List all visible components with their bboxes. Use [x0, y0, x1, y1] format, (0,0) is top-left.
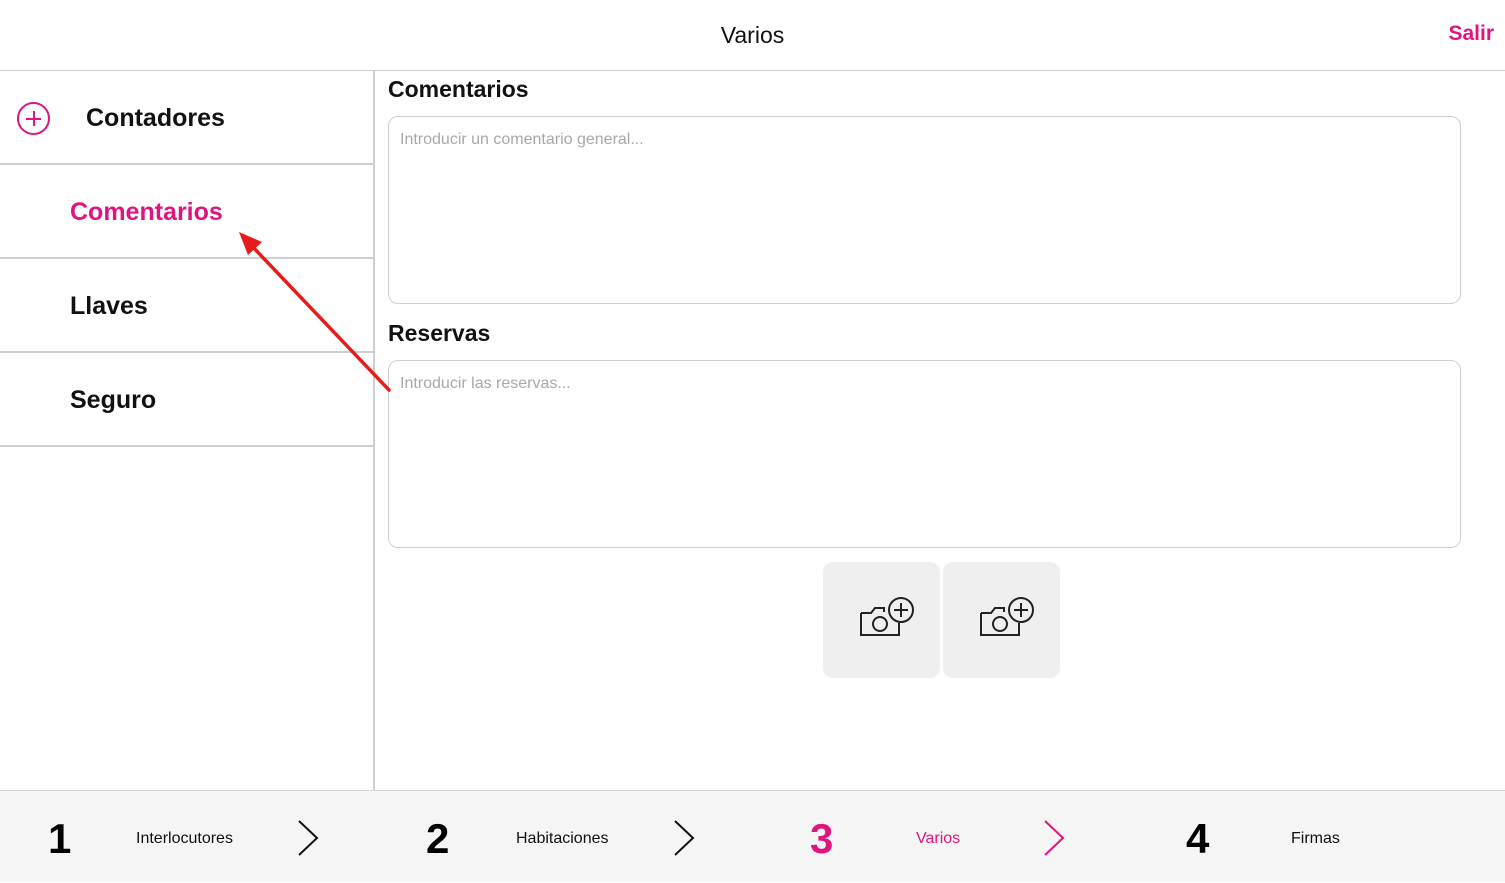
step-label: Interlocutores: [136, 830, 233, 847]
sidebar-item-label: Contadores: [86, 104, 225, 132]
step-label: Firmas: [1291, 830, 1340, 847]
reservations-input[interactable]: [388, 360, 1461, 548]
sidebar-item-contadores[interactable]: Contadores: [0, 71, 373, 165]
sidebar-item-llaves[interactable]: Llaves: [0, 259, 373, 353]
add-photo-camera-icon: [980, 597, 1034, 636]
top-bar: Varios Salir: [0, 0, 1505, 71]
sidebar-item-label: Comentarios: [70, 198, 223, 226]
step-varios[interactable]: 3 Varios: [752, 791, 1128, 883]
step-number: 4: [1186, 815, 1210, 862]
step-label: Varios: [916, 830, 961, 847]
chevron-right-icon: [298, 820, 319, 856]
chevron-right-icon: [1044, 820, 1065, 856]
chevron-right-icon: [674, 820, 695, 856]
sidebar-item-seguro[interactable]: Seguro: [0, 353, 373, 447]
step-habitaciones[interactable]: 2 Habitaciones: [376, 791, 752, 883]
step-interlocutores[interactable]: 1 Interlocutores: [0, 791, 376, 883]
sidebar-item-label: Seguro: [70, 386, 157, 414]
step-number: 3: [810, 815, 834, 862]
add-photo-button[interactable]: [943, 562, 1060, 678]
sidebar: Contadores Comentarios Llaves Seguro: [0, 71, 375, 790]
sidebar-item-comentarios[interactable]: Comentarios: [0, 165, 373, 259]
step-firmas[interactable]: 4 Firmas: [1128, 791, 1505, 883]
comments-input[interactable]: [388, 116, 1461, 304]
step-progress-bar: 1 Interlocutores 2 Habitaciones 3 Varios…: [0, 790, 1505, 882]
step-number: 2: [426, 815, 450, 862]
main-content: Comentarios Reservas: [377, 71, 1505, 790]
plus-circle-icon[interactable]: [17, 102, 50, 135]
step-number: 1: [48, 815, 72, 862]
step-label: Habitaciones: [516, 830, 609, 847]
page-title: Varios: [720, 22, 785, 48]
add-photo-camera-icon: [860, 597, 914, 636]
reservations-section-title: Reservas: [388, 320, 491, 346]
exit-button[interactable]: Salir: [1448, 22, 1494, 46]
sidebar-item-label: Llaves: [70, 292, 148, 320]
comments-section-title: Comentarios: [388, 76, 529, 102]
add-photo-button[interactable]: [823, 562, 940, 678]
